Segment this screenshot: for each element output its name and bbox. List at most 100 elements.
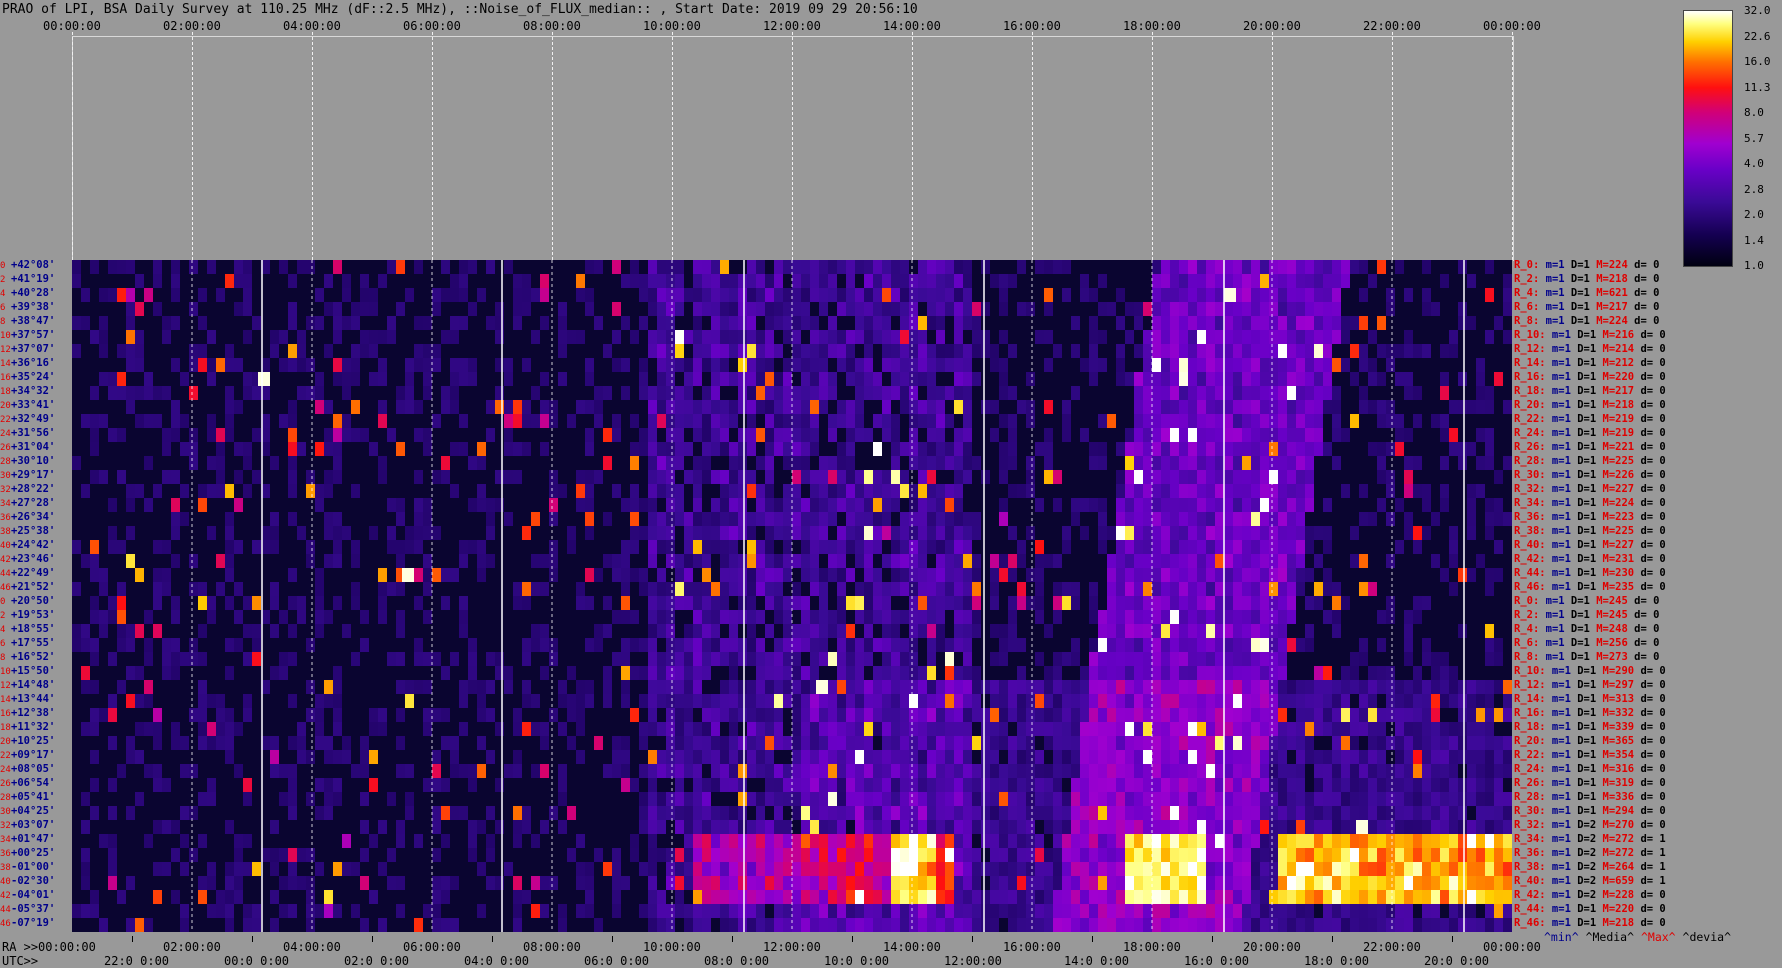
heatmap-cell — [1116, 288, 1125, 302]
heatmap-cell — [216, 442, 225, 456]
heatmap-cell — [1116, 484, 1125, 498]
heatmap-cell — [576, 596, 585, 610]
heatmap-cell — [306, 540, 315, 554]
heatmap-cell — [873, 526, 882, 540]
heatmap-cell — [972, 736, 981, 750]
heatmap-cell — [1188, 624, 1197, 638]
heatmap-cell — [1269, 764, 1278, 778]
heatmap-cell — [621, 694, 630, 708]
heatmap-cell — [1071, 834, 1080, 848]
heatmap-cell — [1332, 806, 1341, 820]
heatmap-cell — [522, 596, 531, 610]
heatmap-cell — [1242, 330, 1251, 344]
heatmap-cell — [792, 722, 801, 736]
heatmap-cell — [999, 358, 1008, 372]
heatmap-cell — [720, 708, 729, 722]
heatmap-cell — [738, 386, 747, 400]
heatmap-cell — [432, 470, 441, 484]
heatmap-cell — [1242, 918, 1251, 932]
heatmap-cell — [819, 568, 828, 582]
heatmap-cell — [900, 344, 909, 358]
heatmap-cell — [1287, 638, 1296, 652]
heatmap-cell — [1287, 442, 1296, 456]
heatmap-cell — [1197, 918, 1206, 932]
heatmap-cell — [873, 302, 882, 316]
heatmap-cell — [81, 792, 90, 806]
row-index: 32 — [0, 485, 11, 495]
heatmap-cell — [1269, 722, 1278, 736]
heatmap-cell — [171, 316, 180, 330]
heatmap-cell — [936, 764, 945, 778]
heatmap-cell — [666, 274, 675, 288]
heatmap-cell — [1242, 344, 1251, 358]
heatmap-cell — [918, 274, 927, 288]
heatmap-cell — [747, 764, 756, 778]
heatmap-cell — [1197, 624, 1206, 638]
heatmap-cell — [1314, 666, 1323, 680]
heatmap-cell — [333, 750, 342, 764]
heatmap-cell — [1287, 890, 1296, 904]
heatmap-cell — [729, 652, 738, 666]
heatmap-cell — [720, 428, 729, 442]
heatmap-cell — [945, 484, 954, 498]
heatmap-cell — [954, 596, 963, 610]
heatmap-cell — [630, 330, 639, 344]
heatmap-cell — [756, 358, 765, 372]
heatmap-cell — [648, 638, 657, 652]
heatmap-cell — [117, 596, 126, 610]
heatmap-cell — [1197, 694, 1206, 708]
heatmap-cell — [1143, 582, 1152, 596]
heatmap-cell — [1359, 708, 1368, 722]
heatmap-cell — [1269, 330, 1278, 344]
heatmap-cell — [468, 498, 477, 512]
heatmap-cell — [1080, 358, 1089, 372]
heatmap-cell — [423, 442, 432, 456]
heatmap-cell — [1143, 358, 1152, 372]
heatmap-cell — [585, 568, 594, 582]
heatmap-cell — [1197, 596, 1206, 610]
heatmap-cell — [414, 596, 423, 610]
heatmap-cell — [189, 344, 198, 358]
heatmap-cell — [873, 386, 882, 400]
heatmap-cell — [1314, 386, 1323, 400]
heatmap-cell — [792, 596, 801, 610]
heatmap-cell — [1134, 848, 1143, 862]
heatmap-cell — [945, 680, 954, 694]
heatmap-cell — [423, 512, 432, 526]
heatmap-cell — [747, 302, 756, 316]
heatmap-cell — [1224, 540, 1233, 554]
heatmap-cell — [90, 806, 99, 820]
heatmap-cell — [720, 414, 729, 428]
row-stat-field: D=1 — [1570, 385, 1597, 397]
heatmap-cell — [1053, 904, 1062, 918]
heatmap-cell — [738, 512, 747, 526]
heatmap-cell — [1215, 512, 1224, 526]
heatmap-cell — [315, 806, 324, 820]
heatmap-cell — [549, 498, 558, 512]
heatmap-cell — [909, 498, 918, 512]
heatmap-cell — [108, 260, 117, 274]
heatmap-cell — [810, 904, 819, 918]
heatmap-cell — [414, 358, 423, 372]
heatmap-cell — [1503, 764, 1512, 778]
heatmap-cell — [1368, 358, 1377, 372]
heatmap-cell — [909, 400, 918, 414]
heatmap-cell — [864, 512, 873, 526]
heatmap-cell — [1440, 722, 1449, 736]
heatmap-cell — [909, 316, 918, 330]
dec-label: 38+25°38' — [0, 525, 72, 537]
heatmap-cell — [1062, 722, 1071, 736]
heatmap-cell — [504, 260, 513, 274]
heatmap-cell — [1404, 456, 1413, 470]
heatmap-cell — [1134, 876, 1143, 890]
heatmap-cell — [1449, 792, 1458, 806]
heatmap-cell — [1287, 316, 1296, 330]
heatmap-cell — [1188, 568, 1197, 582]
heatmap-cell — [108, 596, 117, 610]
heatmap-cell — [702, 708, 711, 722]
heatmap-cell — [702, 652, 711, 666]
heatmap-cell — [1458, 442, 1467, 456]
heatmap-cell — [1485, 820, 1494, 834]
heatmap-cell — [1332, 680, 1341, 694]
heatmap-cell — [909, 442, 918, 456]
